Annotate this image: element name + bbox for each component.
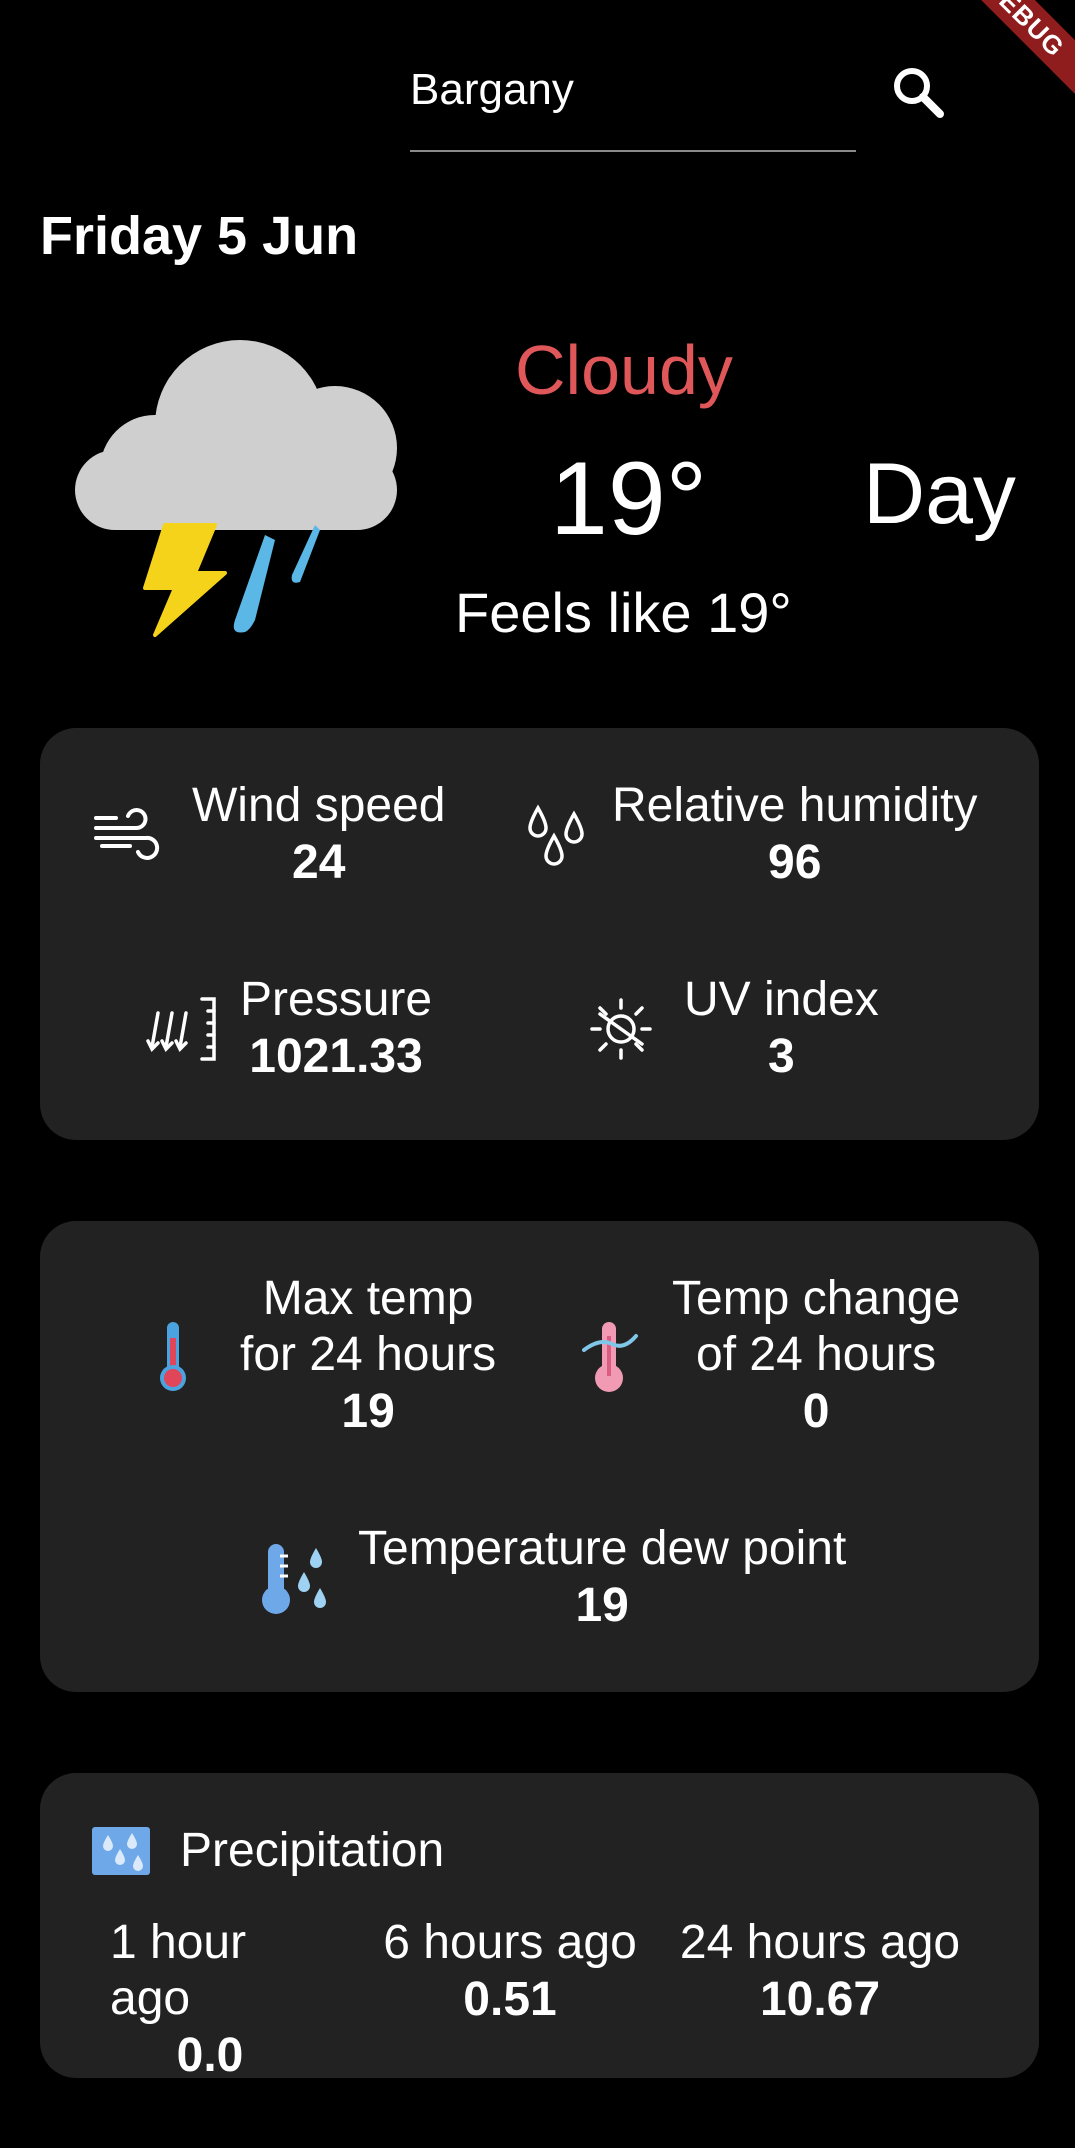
temperature-card: Max temp for 24 hours 19 Temp change of … — [40, 1221, 1039, 1692]
feels-like-text: Feels like 19° — [455, 581, 792, 644]
wind-icon — [94, 808, 160, 860]
humidity-label: Relative humidity — [612, 779, 978, 832]
precip-1h-value: 0.0 — [176, 2029, 244, 2082]
precipitation-card: Precipitation 1 hour ago 0.0 6 hours ago… — [40, 1773, 1039, 2082]
temp-change-value: 0 — [802, 1385, 830, 1438]
storm-cloud-icon — [75, 340, 397, 637]
debug-banner: DEBUG — [933, 0, 1075, 109]
pressure-icon — [146, 997, 216, 1061]
droplets-icon — [528, 804, 584, 866]
temp-change-label-line1: Temp change — [672, 1272, 961, 1325]
dew-point-icon — [262, 1544, 326, 1614]
pressure-value: 1021.33 — [249, 1030, 423, 1083]
temp-change-metric: Temp change of 24 hours 0 — [580, 1271, 960, 1441]
dew-point-metric: Temperature dew point 19 — [258, 1521, 846, 1635]
humidity-metric: Relative humidity 96 — [524, 778, 977, 892]
wind-speed-metric: Wind speed 24 — [92, 778, 445, 892]
dew-point-label: Temperature dew point — [358, 1522, 847, 1575]
day-night-text: Day — [863, 446, 1016, 542]
search-input[interactable]: Bargany — [410, 60, 856, 152]
date-title: Friday 5 Jun — [40, 206, 359, 266]
thermometer-icon — [160, 1322, 186, 1391]
search-icon[interactable] — [888, 62, 948, 122]
precip-24h: 24 hours ago 10.67 — [670, 1915, 970, 2029]
uv-index-label: UV index — [684, 973, 879, 1026]
temp-change-label-line2: of 24 hours — [696, 1328, 937, 1381]
precip-24h-label: 24 hours ago — [679, 1916, 961, 1969]
uv-index-value: 3 — [768, 1030, 795, 1083]
precipitation-header: Precipitation — [90, 1823, 444, 1879]
temperature-text: 19° — [550, 441, 708, 557]
wind-speed-value: 24 — [292, 836, 346, 889]
precip-6h-value: 0.51 — [463, 1973, 557, 2026]
max-temp-label-line2: for 24 hours — [240, 1328, 497, 1381]
precip-6h-label: 6 hours ago — [383, 1916, 637, 1969]
precipitation-icon — [92, 1827, 150, 1875]
conditions-card: Wind speed 24 Relative humidity 96 Press… — [40, 728, 1039, 1140]
precipitation-title: Precipitation — [180, 1824, 445, 1877]
precip-24h-value: 10.67 — [759, 1973, 881, 2026]
condition-text: Cloudy — [515, 331, 733, 409]
max-temp-label-line1: Max temp — [262, 1272, 474, 1325]
humidity-value: 96 — [768, 836, 822, 889]
precip-1h-label: 1 hour ago — [110, 1916, 247, 2025]
wind-speed-label: Wind speed — [192, 779, 446, 832]
uv-index-metric: UV index 3 — [586, 972, 879, 1086]
max-temp-metric: Max temp for 24 hours 19 — [150, 1271, 496, 1441]
pressure-metric: Pressure 1021.33 — [146, 972, 432, 1086]
uv-sun-icon — [590, 998, 652, 1060]
precip-1h: 1 hour ago 0.0 — [110, 1915, 310, 2085]
pressure-label: Pressure — [240, 973, 433, 1026]
thermometer-change-icon — [582, 1322, 638, 1392]
dew-point-value: 19 — [575, 1579, 629, 1632]
precip-6h: 6 hours ago 0.51 — [370, 1915, 650, 2029]
max-temp-value: 19 — [341, 1385, 395, 1438]
